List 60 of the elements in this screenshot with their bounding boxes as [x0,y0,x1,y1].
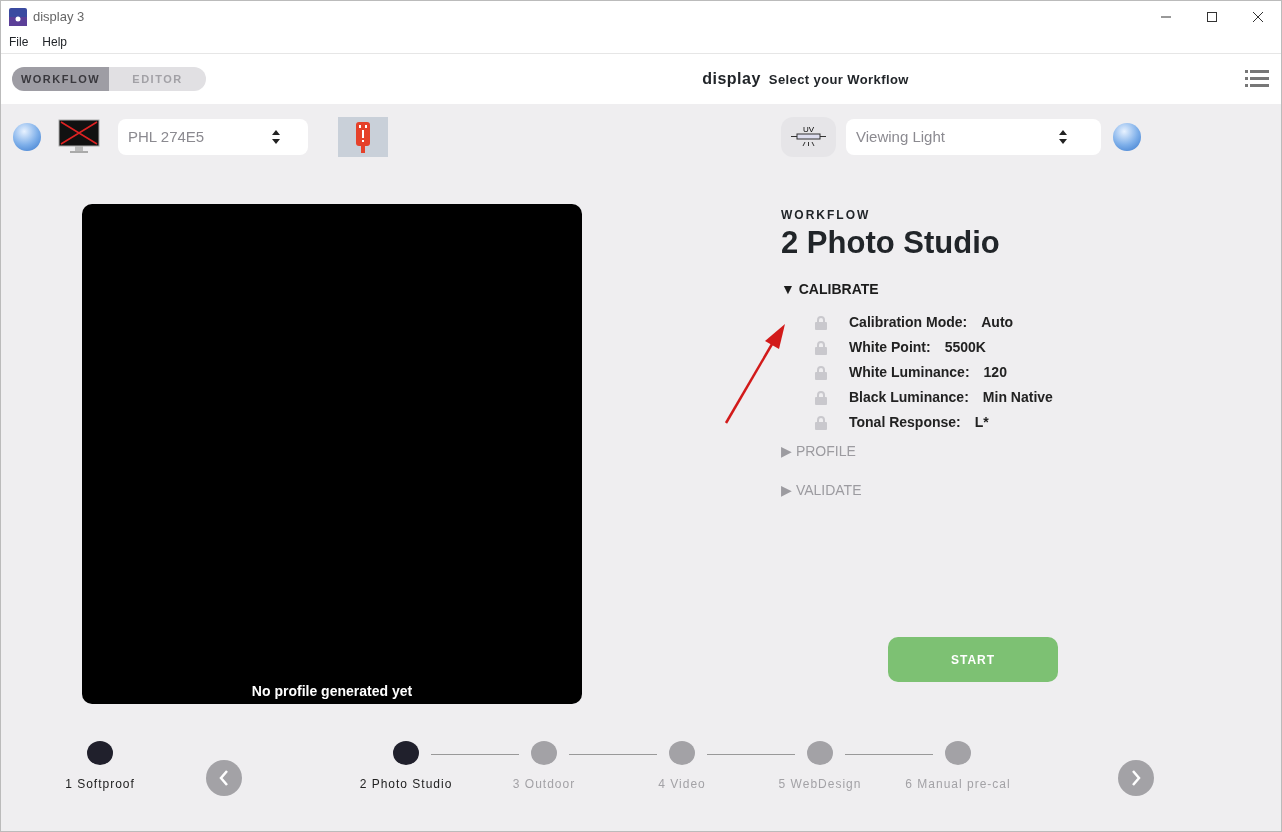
lock-icon [815,315,827,330]
preview-caption: No profile generated yet [251,682,413,701]
mode-tab[interactable]: WORKFLOW [12,67,109,91]
select-arrows-icon [272,130,280,144]
usb-warning-icon[interactable] [338,117,388,157]
chevron-right-icon [1131,770,1141,786]
maximize-button[interactable] [1207,12,1217,22]
step-label[interactable]: 6 Manual pre-cal [905,775,1011,793]
setting-label: Calibration Mode: [849,313,968,333]
lock-icon [815,340,827,355]
step-dot[interactable] [945,741,971,765]
menu-icon[interactable] [1245,70,1269,88]
next-button[interactable] [1118,760,1154,796]
select-arrows-icon [1059,130,1067,144]
start-button[interactable]: START [888,637,1058,683]
step-dot[interactable] [531,741,557,765]
lock-icon [815,365,827,380]
mode-tab[interactable]: EDITOR [109,67,206,91]
uv-lamp-icon[interactable]: UV [781,117,836,157]
setting-value: L* [974,413,989,433]
menu-item[interactable]: Help [42,33,68,53]
step-label[interactable]: 5 WebDesign [778,775,862,793]
menu-item[interactable]: File [9,33,29,53]
sphere-icon[interactable] [12,122,42,152]
select-value: PHL 274E5 [128,126,205,147]
step-dot[interactable] [669,741,695,765]
app-name: display [702,70,761,87]
lock-icon [815,415,827,430]
page-subtitle: Select your Workflow [768,72,909,87]
previous-button[interactable] [206,760,242,796]
setting-label: Black Luminance: [849,388,969,408]
sphere-icon[interactable] [1112,122,1142,152]
setting-value: 5500K [944,338,986,358]
step-dot[interactable] [807,741,833,765]
setting-value: 120 [983,363,1007,383]
step-dot[interactable] [87,741,113,765]
step-dot[interactable] [393,741,419,765]
section-toggle[interactable]: ▼ CALIBRATE [781,279,1161,301]
close-button[interactable] [1253,12,1263,22]
monitor-icon[interactable] [58,119,100,155]
step-label[interactable]: 2 Photo Studio [359,775,453,793]
chevron-left-icon [219,770,229,786]
step-label[interactable]: 3 Outdoor [512,775,576,793]
section-label: WORKFLOW [781,207,872,224]
display-select[interactable]: PHL 274E5 [118,119,308,155]
setting-label: Tonal Response: [849,413,961,433]
setting-value: Min Native [982,388,1053,408]
step-label[interactable]: 1 Softproof [65,775,135,793]
workflow-title: 2 Photo Studio [781,224,1001,262]
select-placeholder: Viewing Light [856,126,945,147]
step-label[interactable]: 4 Video [658,775,706,793]
lock-icon [815,390,827,405]
setting-label: White Point: [849,338,931,358]
setting-value: Auto [981,313,1014,333]
window-title: display 3 [33,8,85,27]
section-toggle[interactable]: ▶ VALIDATE [781,480,1161,502]
app-icon [9,8,27,26]
setting-label: White Luminance: [849,363,970,383]
section-toggle[interactable]: ▶ PROFILE [781,441,1161,463]
light-select[interactable]: Viewing Light [846,119,1101,155]
